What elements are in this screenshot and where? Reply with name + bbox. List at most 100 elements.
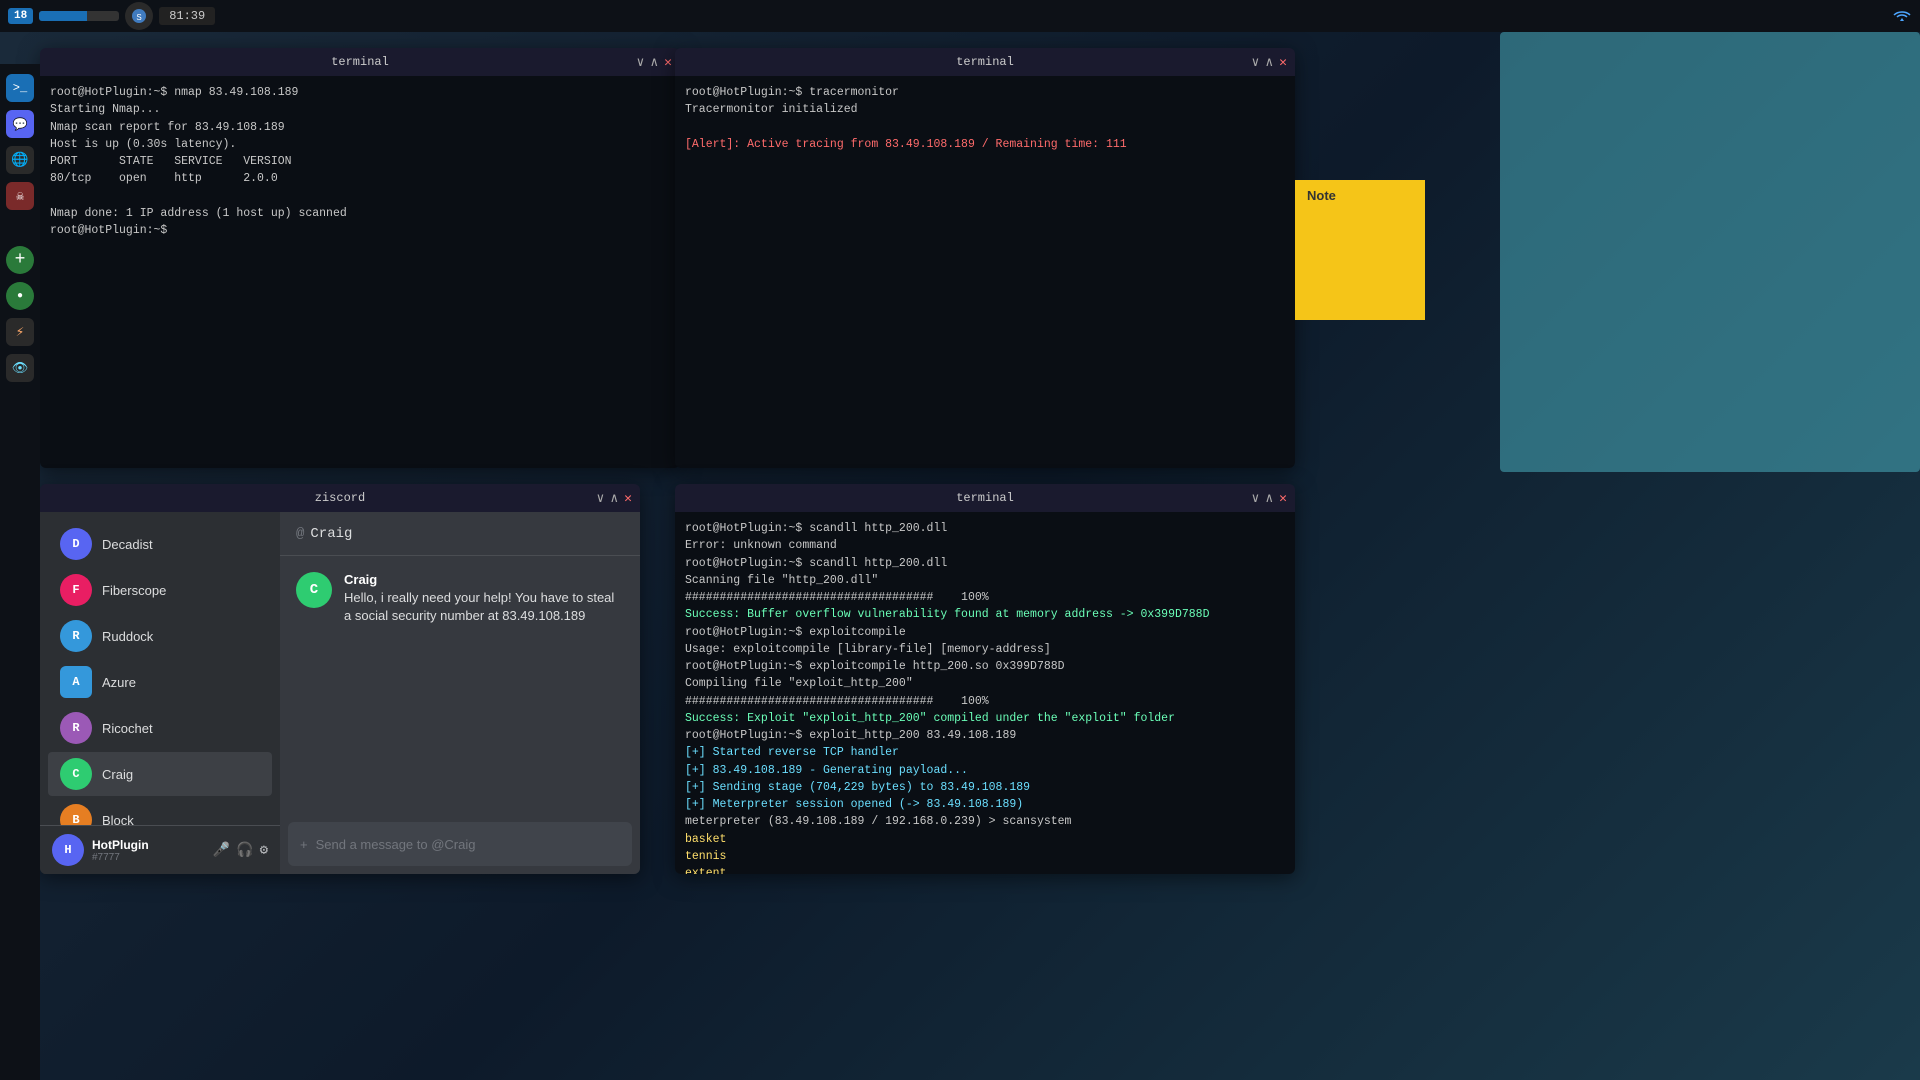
message-area: C Craig Hello, i really need your help! … — [280, 556, 640, 814]
sidebar-icon-terminal[interactable]: >_ — [6, 74, 34, 102]
terminal-2-maximize[interactable]: ∧ — [1265, 55, 1273, 70]
terminal-1-titlebar: terminal ∨ ∧ ✕ — [40, 48, 680, 76]
msg-content-craig: Craig Hello, i really need your help! Yo… — [344, 572, 624, 625]
wifi-icon — [1892, 6, 1912, 27]
terminal-3-close[interactable]: ✕ — [1279, 491, 1287, 506]
msg-text-craig: Hello, i really need your help! You have… — [344, 589, 624, 625]
terminal-3-minimize[interactable]: ∨ — [1252, 491, 1260, 506]
ziscord-window: ziscord ∨ ∧ ✕ D Decadist — [40, 484, 640, 874]
taskbar-badge: 18 — [8, 8, 33, 24]
input-plus-icon[interactable]: + — [300, 837, 308, 852]
t3-l8: Usage: exploitcompile [library-file] [me… — [685, 641, 1285, 658]
headset-icon[interactable]: 🎧 — [236, 842, 253, 859]
terminal-window-3: terminal ∨ ∧ ✕ root@HotPlugin:~$ scandll… — [675, 484, 1295, 874]
user-avatar-craig: C — [60, 758, 92, 790]
msg-avatar-craig: C — [296, 572, 332, 608]
note-widget[interactable]: Note — [1295, 180, 1425, 320]
user-avatar-ricochet: R — [60, 712, 92, 744]
sidebar-add-button[interactable]: + — [6, 246, 34, 274]
taskbar-left: 18 S 81:39 — [8, 2, 215, 30]
sidebar-icon-eye[interactable]: 👁 — [6, 354, 34, 382]
user-item-block[interactable]: B Block — [48, 798, 272, 825]
ziscord-close[interactable]: ✕ — [624, 491, 632, 506]
user-name-fiberscope: Fiberscope — [102, 583, 166, 598]
terminal-1-line-5: PORT STATE SERVICE VERSION — [50, 153, 670, 170]
user-list: D Decadist F Fiberscope R Ruddock A — [40, 512, 280, 825]
desktop: >_ 💬 🌐 ☠ + ● ⚡ 👁 terminal ∨ ∧ ✕ root@Hot… — [0, 32, 1920, 1080]
terminal-3-controls: ∨ ∧ ✕ — [1252, 491, 1287, 506]
bottom-tag: #7777 — [92, 852, 205, 863]
t3-l9: root@HotPlugin:~$ exploitcompile http_20… — [685, 658, 1285, 675]
user-item-ruddock[interactable]: R Ruddock — [48, 614, 272, 658]
terminal-2-alert: [Alert]: Active tracing from 83.49.108.1… — [685, 136, 1285, 153]
user-name-block: Block — [102, 813, 134, 826]
t3-l19: basket — [685, 831, 1285, 848]
t3-l13: root@HotPlugin:~$ exploit_http_200 83.49… — [685, 727, 1285, 744]
sidebar-icon-scan[interactable]: ⚡ — [6, 318, 34, 346]
mic-icon[interactable]: 🎤 — [213, 842, 230, 859]
settings-icon[interactable]: ⚙ — [260, 842, 268, 859]
terminal-1-maximize[interactable]: ∧ — [650, 55, 658, 70]
sidebar-icon-exploit[interactable]: ☠ — [6, 182, 34, 210]
terminal-2-line-2: Tracermonitor initialized — [685, 101, 1285, 118]
channel-name: Craig — [310, 526, 352, 542]
terminal-1-line-3: Nmap scan report for 83.49.108.189 — [50, 119, 670, 136]
user-item-azure[interactable]: A Azure — [48, 660, 272, 704]
t3-l10: Compiling file "exploit_http_200" — [685, 675, 1285, 692]
terminal-1-line-1: root@HotPlugin:~$ nmap 83.49.108.189 — [50, 84, 670, 101]
terminal-2-minimize[interactable]: ∨ — [1252, 55, 1260, 70]
terminal-window-2: terminal ∨ ∧ ✕ root@HotPlugin:~$ tracerm… — [675, 48, 1295, 468]
terminal-1-line-4: Host is up (0.30s latency). — [50, 136, 670, 153]
user-avatar-fiberscope: F — [60, 574, 92, 606]
ziscord-maximize[interactable]: ∧ — [610, 491, 618, 506]
terminal-2-titlebar: terminal ∨ ∧ ✕ — [675, 48, 1295, 76]
sidebar-green-button[interactable]: ● — [6, 282, 34, 310]
ziscord-sidebar: D Decadist F Fiberscope R Ruddock A — [40, 512, 280, 874]
user-name-ruddock: Ruddock — [102, 629, 153, 644]
user-item-ricochet[interactable]: R Ricochet — [48, 706, 272, 750]
msg-name-craig: Craig — [344, 572, 624, 587]
terminal-window-1: terminal ∨ ∧ ✕ root@HotPlugin:~$ nmap 83… — [40, 48, 680, 468]
t3-l21: extent — [685, 865, 1285, 874]
sidebar: >_ 💬 🌐 ☠ + ● ⚡ 👁 — [0, 64, 40, 1080]
terminal-1-line-6: 80/tcp open http 2.0.0 — [50, 170, 670, 187]
taskbar-progress-fill — [39, 11, 87, 21]
ziscord-minimize[interactable]: ∨ — [597, 491, 605, 506]
terminal-3-maximize[interactable]: ∧ — [1265, 491, 1273, 506]
taskbar-logo[interactable]: S — [125, 2, 153, 30]
t3-l5: #################################### 100… — [685, 589, 1285, 606]
terminal-1-controls: ∨ ∧ ✕ — [637, 55, 672, 70]
sidebar-icon-discord[interactable]: 💬 — [6, 110, 34, 138]
ziscord-titlebar: ziscord ∨ ∧ ✕ — [40, 484, 640, 512]
t3-l15: [+] 83.49.108.189 - Generating payload..… — [685, 762, 1285, 779]
terminal-3-titlebar: terminal ∨ ∧ ✕ — [675, 484, 1295, 512]
terminal-1-close[interactable]: ✕ — [664, 55, 672, 70]
user-item-fiberscope[interactable]: F Fiberscope — [48, 568, 272, 612]
t3-l17: [+] Meterpreter session opened (-> 83.49… — [685, 796, 1285, 813]
terminal-2-line-1: root@HotPlugin:~$ tracermonitor — [685, 84, 1285, 101]
terminal-1-body: root@HotPlugin:~$ nmap 83.49.108.189 Sta… — [40, 76, 680, 468]
ziscord-main: @ Craig C Craig Hello, i really need you… — [280, 512, 640, 874]
ziscord-body: D Decadist F Fiberscope R Ruddock A — [40, 512, 640, 874]
user-item-decadist[interactable]: D Decadist — [48, 522, 272, 566]
message-placeholder: Send a message to @Craig — [316, 837, 476, 852]
user-item-craig[interactable]: C Craig — [48, 752, 272, 796]
user-avatar-decadist: D — [60, 528, 92, 560]
ziscord-title: ziscord — [315, 491, 365, 505]
note-title: Note — [1307, 188, 1413, 203]
terminal-1-minimize[interactable]: ∨ — [637, 55, 645, 70]
ziscord-controls: ∨ ∧ ✕ — [597, 491, 632, 506]
terminal-1-line-8: Nmap done: 1 IP address (1 host up) scan… — [50, 205, 670, 222]
terminal-1-line-9: root@HotPlugin:~$ — [50, 222, 670, 239]
terminal-2-close[interactable]: ✕ — [1279, 55, 1287, 70]
user-avatar-block: B — [60, 804, 92, 825]
message-input-bar[interactable]: + Send a message to @Craig — [288, 822, 632, 866]
terminal-3-title: terminal — [956, 491, 1014, 505]
t3-l1: root@HotPlugin:~$ scandll http_200.dll — [685, 520, 1285, 537]
user-avatar-ruddock: R — [60, 620, 92, 652]
ziscord-layout: D Decadist F Fiberscope R Ruddock A — [40, 512, 640, 874]
terminal-3-body: root@HotPlugin:~$ scandll http_200.dll E… — [675, 512, 1295, 874]
t3-l18: meterpreter (83.49.108.189 / 192.168.0.2… — [685, 813, 1285, 830]
sidebar-icon-browser[interactable]: 🌐 — [6, 146, 34, 174]
message-item-1: C Craig Hello, i really need your help! … — [296, 572, 624, 625]
